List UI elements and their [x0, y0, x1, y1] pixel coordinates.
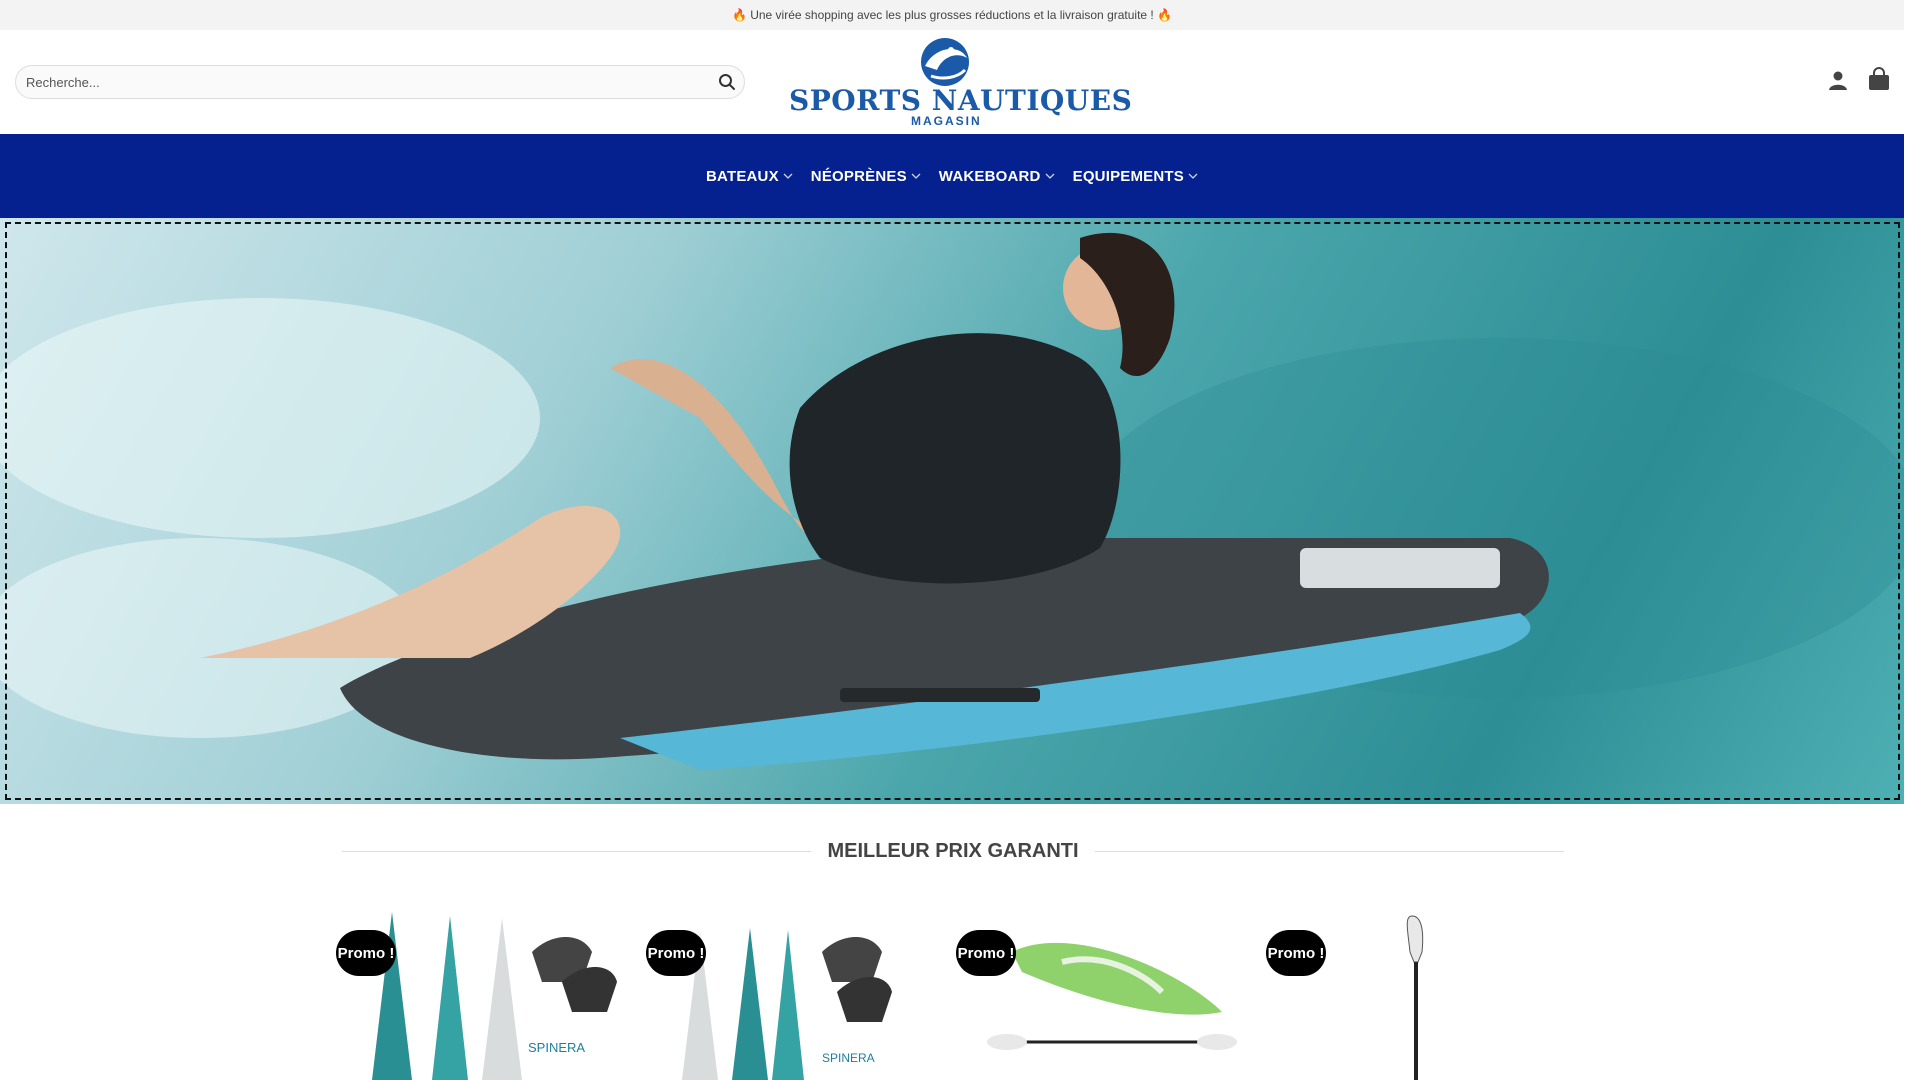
announcement-text: 🔥 Une virée shopping avec les plus gross…	[731, 8, 1173, 22]
chevron-down-icon	[1045, 173, 1055, 179]
site-header: SPORTS NAUTIQUES MAGASIN	[0, 30, 1904, 134]
promo-badge: Promo !	[956, 930, 1016, 976]
nav-item-label: NÉOPRÈNES	[810, 167, 907, 185]
nav-item-neoprenes[interactable]: NÉOPRÈNES	[811, 162, 921, 191]
chevron-down-icon	[783, 173, 793, 179]
search-form	[15, 65, 745, 99]
nav-item-label: EQUIPEMENTS	[1072, 167, 1184, 185]
site-logo[interactable]: SPORTS NAUTIQUES MAGASIN	[785, 36, 1132, 130]
hero-banner[interactable]	[0, 218, 1904, 804]
announcement-bar: 🔥 Une virée shopping avec les plus gross…	[0, 0, 1904, 30]
divider-line	[1094, 850, 1564, 852]
product-grid: Promo ! SPINERA Promo ! SPINERA Promo !	[332, 912, 1572, 1080]
chevron-down-icon	[1188, 173, 1198, 179]
logo-subtext: MAGASIN	[911, 114, 982, 128]
search-icon[interactable]	[710, 65, 744, 99]
shopping-bag-icon[interactable]	[1866, 66, 1892, 92]
brand-text: SPINERA	[822, 1051, 875, 1065]
search-input[interactable]	[16, 66, 710, 98]
user-icon[interactable]	[1826, 68, 1850, 92]
main-nav: BATEAUX NÉOPRÈNES WAKEBOARD EQUIPEMENTS	[0, 134, 1904, 218]
nav-item-equipements[interactable]: EQUIPEMENTS	[1073, 162, 1198, 191]
nav-item-label: BATEAUX	[706, 167, 779, 185]
product-card[interactable]: Promo !	[1262, 912, 1552, 1080]
hero-focus-frame	[5, 222, 1900, 800]
product-card[interactable]: Promo ! SPINERA	[642, 912, 932, 1080]
section-title: MEILLEUR PRIX GARANTI	[827, 839, 1079, 862]
promo-badge: Promo !	[1266, 930, 1326, 976]
nav-item-wakeboard[interactable]: WAKEBOARD	[939, 162, 1055, 191]
promo-badge: Promo !	[336, 930, 396, 976]
divider-line	[342, 850, 812, 852]
section-header: MEILLEUR PRIX GARANTI	[342, 836, 1564, 866]
product-card[interactable]: Promo !	[952, 912, 1242, 1080]
promo-badge: Promo !	[646, 930, 706, 976]
logo-text: SPORTS NAUTIQUES	[789, 84, 1133, 117]
chevron-down-icon	[911, 173, 921, 179]
brand-text: SPINERA	[528, 1040, 585, 1055]
nav-item-bateaux[interactable]: BATEAUX	[706, 162, 793, 191]
product-card[interactable]: Promo ! SPINERA	[332, 912, 622, 1080]
nav-item-label: WAKEBOARD	[938, 167, 1041, 185]
